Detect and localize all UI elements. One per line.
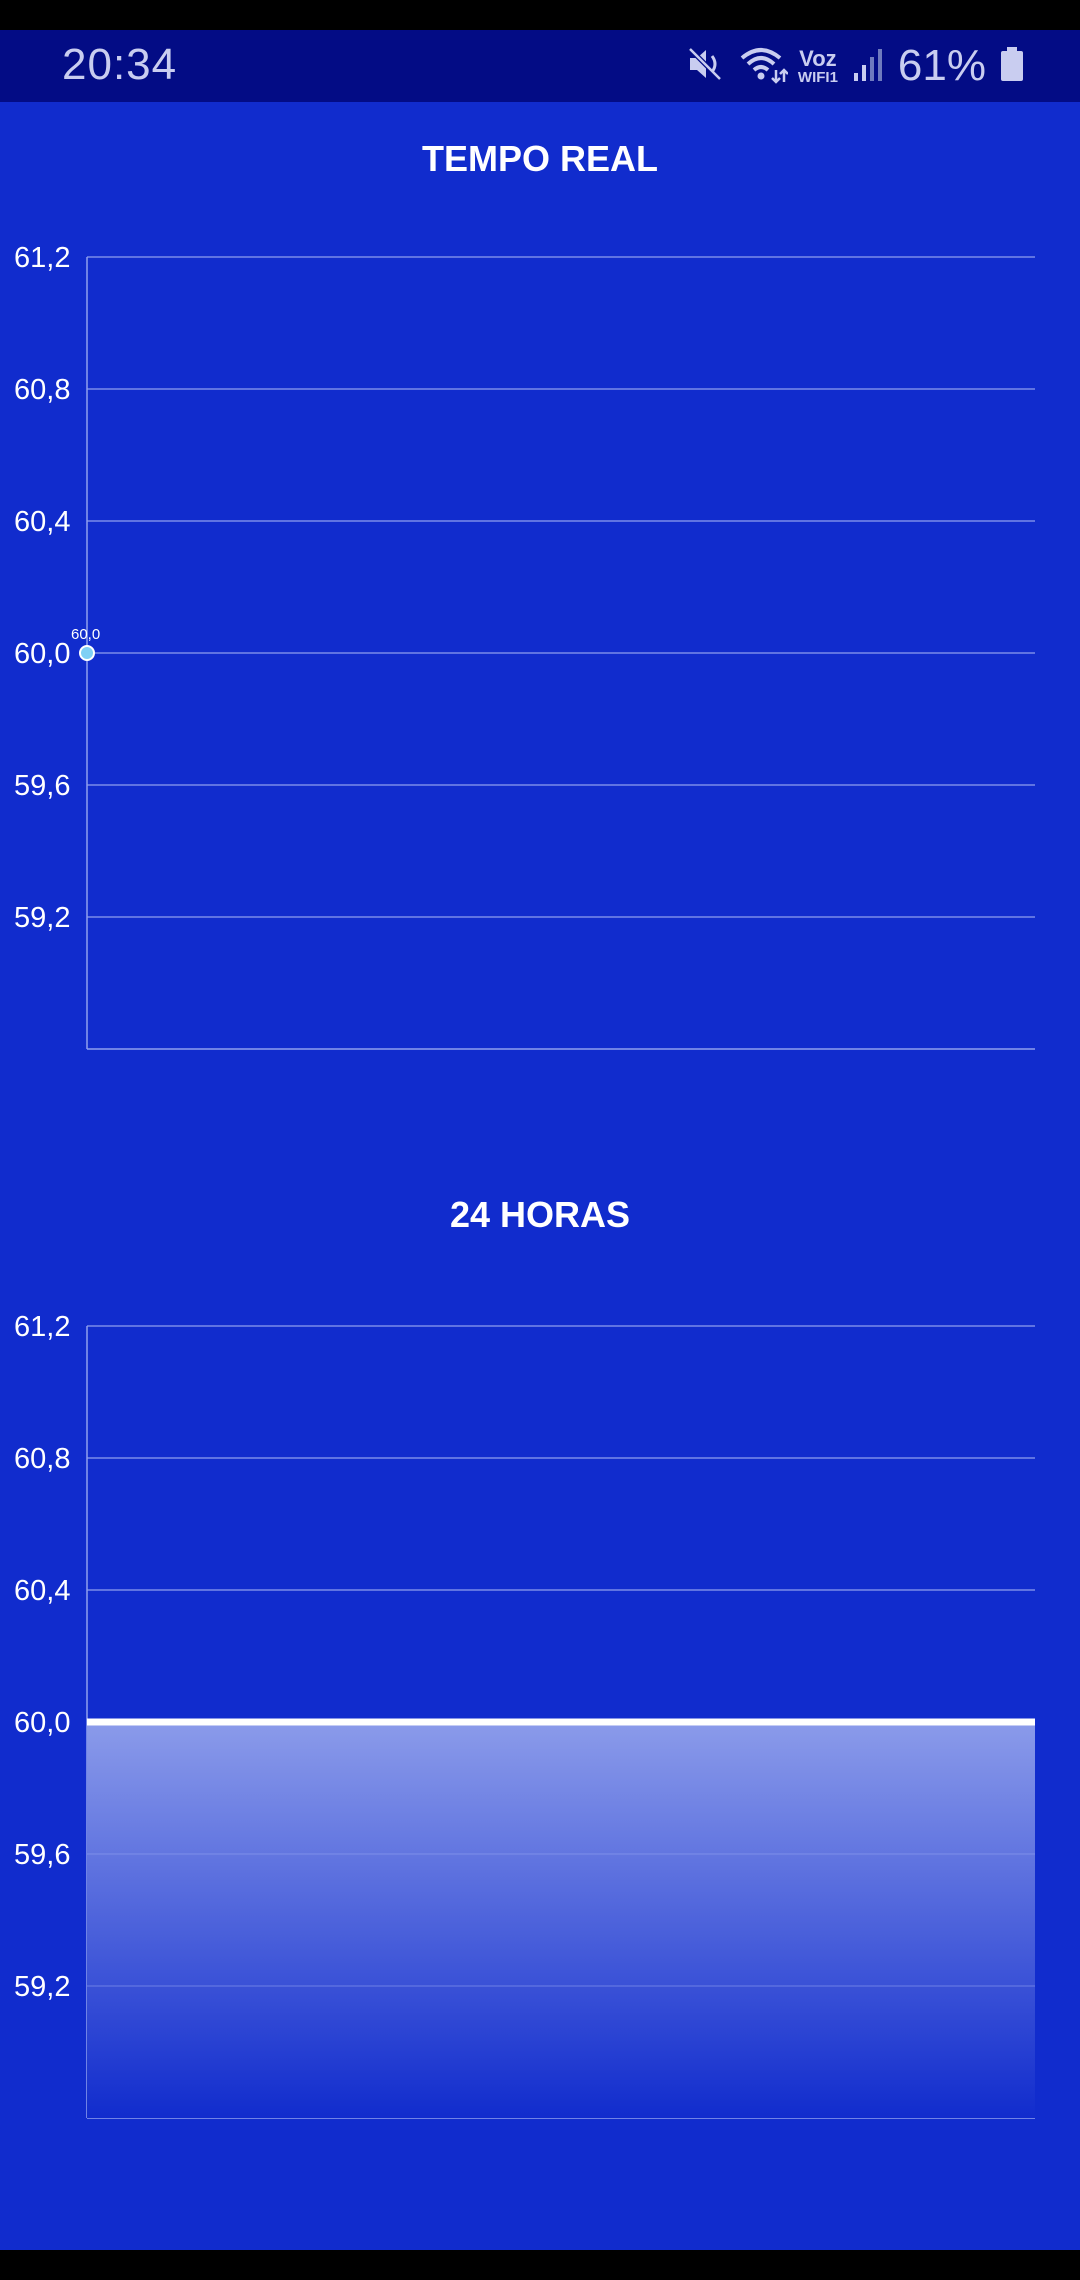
y-tick-label: 61,2 <box>14 242 70 274</box>
day-chart: 61,2 60,8 60,4 60,0 59,6 59,2 <box>14 1311 1035 2119</box>
realtime-chart-title: TEMPO REAL <box>421 138 658 179</box>
wifi-calling-icon <box>738 44 789 89</box>
y-tick-label: 60,4 <box>14 1575 70 1607</box>
y-tick-label: 60,0 <box>14 638 70 670</box>
area-fill <box>87 1722 1035 2118</box>
bottom-screen-edge <box>0 2250 1080 2280</box>
data-point-label: 60,0 <box>71 626 100 643</box>
voz-wifi-indicator: Voz WIFI1 <box>797 45 838 86</box>
data-point <box>79 645 95 661</box>
voz-label: Voz <box>799 45 837 71</box>
mute-icon <box>686 45 724 88</box>
battery-icon <box>1000 45 1024 88</box>
y-tick-label: 59,6 <box>14 1839 70 1871</box>
y-tick-label: 59,6 <box>14 770 70 802</box>
realtime-chart: 61,2 60,8 60,4 60,0 59,6 59,2 60,0 <box>14 242 1035 1050</box>
wifi-label: WIFI1 <box>797 68 838 86</box>
y-tick-label: 60,8 <box>14 1443 70 1475</box>
status-time: 20:34 <box>62 40 178 89</box>
status-icons: Voz WIFI1 61% <box>672 40 1024 92</box>
y-tick-label: 60,4 <box>14 506 70 538</box>
day-chart-title: 24 HORAS <box>449 1194 631 1235</box>
y-tick-label: 60,8 <box>14 374 70 406</box>
y-tick-label: 60,0 <box>14 1707 70 1739</box>
y-tick-label: 61,2 <box>14 1311 70 1343</box>
y-tick-label: 59,2 <box>14 902 70 934</box>
y-tick-label: 59,2 <box>14 1971 70 2003</box>
battery-percent: 61% <box>897 41 986 90</box>
top-screen-edge <box>0 0 1080 30</box>
status-bar: 20:34 Voz WIFI1 61% <box>0 30 1080 102</box>
signal-icon <box>852 45 884 88</box>
